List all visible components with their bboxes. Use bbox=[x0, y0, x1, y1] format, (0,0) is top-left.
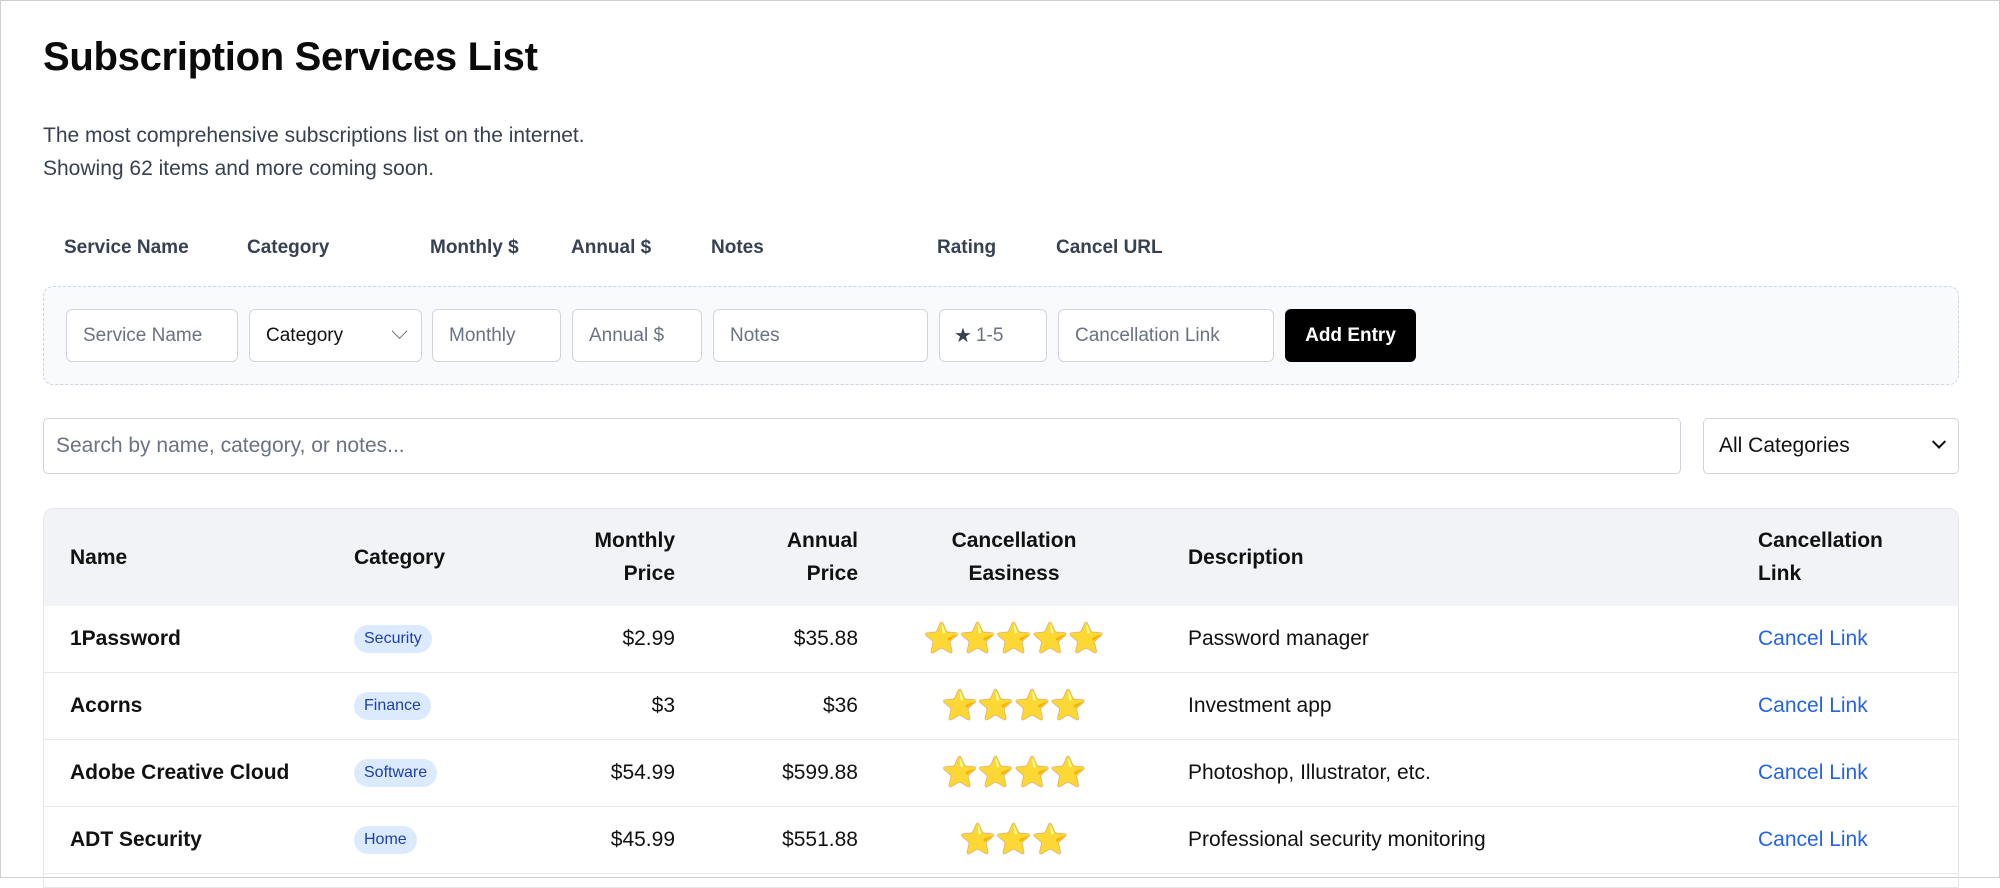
star-rating: ⭐⭐⭐⭐⭐ bbox=[923, 622, 1105, 655]
header-annual-line1: Annual bbox=[786, 529, 858, 552]
row-category: Security bbox=[354, 606, 432, 672]
header-monthly-price: Monthly Price bbox=[595, 524, 675, 590]
row-monthly-price: $2.99 bbox=[622, 627, 675, 650]
subscriptions-table: Name Category Monthly Price Annual Price… bbox=[43, 508, 1959, 888]
row-monthly-price: $3 bbox=[651, 694, 675, 717]
row-annual-price: $35.88 bbox=[793, 627, 858, 650]
header-annual-line2: Price bbox=[806, 562, 858, 585]
row-name: Adobe Creative Cloud bbox=[70, 761, 290, 784]
chevron-down-icon bbox=[391, 323, 408, 340]
header-monthly-line1: Monthly bbox=[594, 529, 675, 552]
row-annual-price: $599.88 bbox=[782, 761, 858, 784]
row-cancellation-easiness: ⭐⭐⭐⭐ bbox=[914, 673, 1114, 739]
row-cancel-link-cell: Cancel Link bbox=[1758, 606, 1868, 672]
row-cancel-link-cell: Cancel Link bbox=[1758, 673, 1868, 739]
row-name: Acorns bbox=[70, 694, 143, 717]
header-name: Name bbox=[70, 546, 128, 569]
subtitle-item-count: Showing 62 items and more coming soon. bbox=[43, 157, 435, 180]
subtitle-description: The most comprehensive subscriptions lis… bbox=[43, 124, 585, 147]
row-description: Password manager bbox=[1188, 627, 1369, 650]
annual-price-input[interactable] bbox=[572, 309, 702, 362]
star-rating: ⭐⭐⭐ bbox=[959, 823, 1069, 856]
cancel-link[interactable]: Cancel Link bbox=[1758, 694, 1868, 718]
star-icon: ★ bbox=[954, 325, 972, 347]
label-cancel-url: Cancel URL bbox=[1056, 237, 1163, 258]
page-subtitle: The most comprehensive subscriptions lis… bbox=[43, 119, 585, 185]
table-row: Acorns Finance $3 $36 ⭐⭐⭐⭐ Investment ap… bbox=[44, 673, 1958, 740]
rating-input[interactable]: ★ 1-5 bbox=[939, 309, 1047, 362]
page-title: Subscription Services List bbox=[43, 35, 538, 79]
row-cancellation-easiness: ⭐⭐⭐⭐⭐ bbox=[914, 606, 1114, 672]
header-annual-price: Annual Price bbox=[787, 524, 858, 590]
row-annual-price: $551.88 bbox=[782, 828, 858, 851]
add-entry-form: Category ★ 1-5 Add Entry bbox=[43, 286, 1959, 385]
add-entry-labels: Service Name Category Monthly $ Annual $… bbox=[43, 237, 1961, 263]
row-description: Professional security monitoring bbox=[1188, 828, 1486, 851]
header-category: Category bbox=[354, 546, 446, 569]
row-cancellation-easiness: ⭐⭐⭐⭐ bbox=[914, 740, 1114, 806]
service-name-input[interactable] bbox=[66, 309, 238, 362]
row-name: 1Password bbox=[70, 627, 181, 650]
table-row: Adobe Creative Cloud Software $54.99 $59… bbox=[44, 740, 1958, 807]
add-entry-button[interactable]: Add Entry bbox=[1285, 309, 1416, 362]
row-description: Photoshop, Illustrator, etc. bbox=[1188, 761, 1431, 784]
row-cancel-link-cell: Cancel Link bbox=[1758, 740, 1868, 806]
row-category: Home bbox=[354, 807, 417, 873]
cancel-link[interactable]: Cancel Link bbox=[1758, 761, 1868, 785]
label-notes: Notes bbox=[711, 237, 764, 258]
category-filter-select[interactable]: All Categories bbox=[1703, 418, 1959, 474]
rating-placeholder: 1-5 bbox=[975, 324, 1004, 346]
cancel-link[interactable]: Cancel Link bbox=[1758, 627, 1868, 651]
row-category: Finance bbox=[354, 673, 431, 739]
header-easiness-line1: Cancellation bbox=[951, 529, 1077, 552]
header-monthly-line2: Price bbox=[623, 562, 675, 585]
chevron-down-icon bbox=[1931, 434, 1947, 449]
table-row: 1Password Security $2.99 $35.88 ⭐⭐⭐⭐⭐ Pa… bbox=[44, 606, 1958, 673]
table-header: Name Category Monthly Price Annual Price… bbox=[44, 509, 1958, 607]
category-filter-value: All Categories bbox=[1719, 434, 1850, 457]
category-badge: Home bbox=[354, 826, 417, 854]
star-rating: ⭐⭐⭐⭐ bbox=[941, 756, 1087, 789]
search-input[interactable] bbox=[43, 418, 1681, 474]
header-cancellation-easiness: Cancellation Easiness bbox=[914, 524, 1114, 590]
category-badge: Finance bbox=[354, 692, 431, 720]
table-row: ADT Security Home $45.99 $551.88 ⭐⭐⭐ Pro… bbox=[44, 807, 1958, 874]
row-annual-price: $36 bbox=[822, 694, 858, 717]
category-badge: Software bbox=[354, 759, 438, 787]
header-description: Description bbox=[1188, 546, 1304, 569]
row-name: ADT Security bbox=[70, 828, 202, 851]
monthly-price-input[interactable] bbox=[432, 309, 561, 362]
label-annual: Annual $ bbox=[571, 237, 652, 258]
row-description: Investment app bbox=[1188, 694, 1332, 717]
label-service-name: Service Name bbox=[64, 237, 189, 258]
category-select[interactable]: Category bbox=[249, 309, 422, 362]
header-link-line2: Link bbox=[1758, 562, 1802, 585]
star-rating: ⭐⭐⭐⭐ bbox=[941, 689, 1087, 722]
row-cancellation-easiness: ⭐⭐⭐ bbox=[914, 807, 1114, 873]
label-rating: Rating bbox=[937, 237, 997, 258]
row-cancel-link-cell: Cancel Link bbox=[1758, 807, 1868, 873]
cancel-link[interactable]: Cancel Link bbox=[1758, 828, 1868, 852]
cancel-url-input[interactable] bbox=[1058, 309, 1274, 362]
row-monthly-price: $54.99 bbox=[610, 761, 675, 784]
header-cancellation-link: Cancellation Link bbox=[1758, 524, 1883, 590]
label-category: Category bbox=[247, 237, 330, 258]
category-badge: Security bbox=[354, 625, 432, 653]
label-monthly: Monthly $ bbox=[430, 237, 519, 258]
header-easiness-line2: Easiness bbox=[968, 562, 1060, 585]
notes-input[interactable] bbox=[713, 309, 928, 362]
category-select-value: Category bbox=[266, 324, 344, 346]
header-link-line1: Cancellation bbox=[1758, 529, 1883, 552]
row-category: Software bbox=[354, 740, 438, 806]
row-monthly-price: $45.99 bbox=[610, 828, 675, 851]
